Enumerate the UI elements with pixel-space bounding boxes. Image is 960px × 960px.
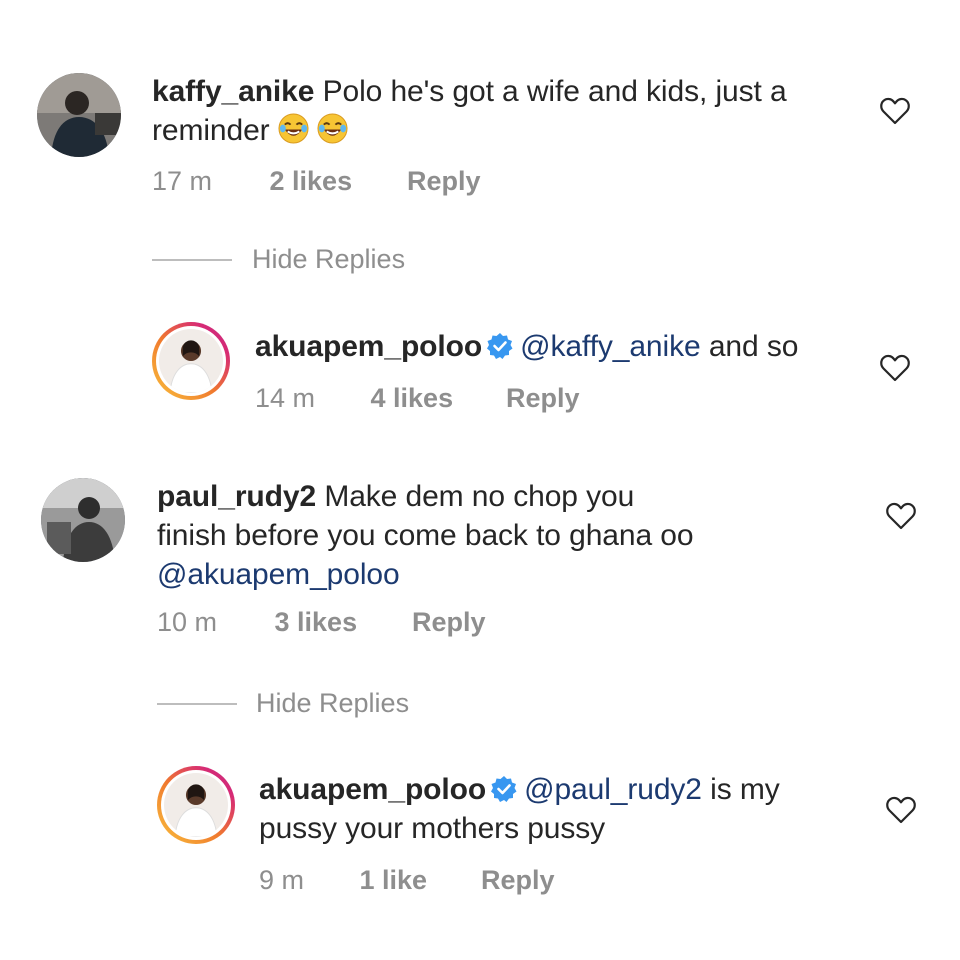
avatar[interactable] bbox=[157, 766, 235, 844]
comment-meta: 14 m 4 likes Reply bbox=[255, 383, 580, 414]
avatar[interactable] bbox=[41, 478, 125, 562]
heart-icon[interactable] bbox=[886, 502, 916, 530]
comment-time: 14 m bbox=[255, 383, 316, 413]
comment-text: akuapem_poloo @kaffy_anike and so bbox=[255, 327, 855, 366]
avatar-inner bbox=[156, 326, 226, 396]
heart-icon[interactable] bbox=[886, 796, 916, 824]
comment-body: and so bbox=[708, 330, 799, 363]
comment-time: 9 m bbox=[259, 865, 305, 895]
likes-count[interactable]: 1 like bbox=[360, 865, 474, 896]
avatar-inner bbox=[161, 770, 231, 840]
comment-meta: 17 m 2 likes Reply bbox=[152, 166, 481, 197]
hide-replies-button[interactable]: Hide Replies bbox=[256, 688, 409, 719]
reply-button[interactable]: Reply bbox=[412, 607, 486, 638]
comment-time: 17 m bbox=[152, 166, 213, 196]
reply-button[interactable]: Reply bbox=[506, 383, 580, 414]
likes-count[interactable]: 2 likes bbox=[270, 166, 400, 197]
comment-body: is my bbox=[710, 773, 780, 806]
divider-line bbox=[157, 703, 237, 705]
heart-icon[interactable] bbox=[880, 97, 910, 125]
likes-count[interactable]: 3 likes bbox=[275, 607, 405, 638]
avatar[interactable] bbox=[37, 73, 121, 157]
laughing-emoji-icon bbox=[278, 113, 317, 147]
heart-icon[interactable] bbox=[880, 354, 910, 382]
verified-badge-icon bbox=[491, 776, 517, 802]
mention-link[interactable]: @paul_rudy2 bbox=[524, 773, 702, 806]
avatar[interactable] bbox=[152, 322, 230, 400]
comment-text: kaffy_anike Polo he's got a wife and kid… bbox=[152, 72, 852, 150]
comment-body-line2: reminder bbox=[152, 114, 270, 147]
reply-button[interactable]: Reply bbox=[481, 865, 555, 896]
mention-link[interactable]: @kaffy_anike bbox=[520, 330, 701, 363]
verified-badge-icon bbox=[487, 333, 513, 359]
comment-username[interactable]: paul_rudy2 bbox=[157, 480, 316, 513]
comment-meta: 9 m 1 like Reply bbox=[259, 865, 555, 896]
user-photo-icon bbox=[37, 73, 121, 157]
user-photo-icon bbox=[41, 478, 125, 562]
comment-username[interactable]: akuapem_poloo bbox=[255, 330, 482, 363]
comment-text: akuapem_poloo @paul_rudy2 is my pussy you… bbox=[259, 770, 859, 848]
reply-button[interactable]: Reply bbox=[407, 166, 481, 197]
mention-link[interactable]: @akuapem_poloo bbox=[157, 558, 400, 591]
divider-line bbox=[152, 259, 232, 261]
comment-body: Make dem no chop you bbox=[324, 480, 635, 513]
comment-username[interactable]: akuapem_poloo bbox=[259, 773, 486, 806]
comment-body: Polo he's got a wife and kids, just a bbox=[322, 75, 787, 108]
comment-body-line2: finish before you come back to ghana oo bbox=[157, 519, 694, 552]
comment-text: paul_rudy2 Make dem no chop you finish b… bbox=[157, 477, 857, 594]
comment-meta: 10 m 3 likes Reply bbox=[157, 607, 486, 638]
comment-username[interactable]: kaffy_anike bbox=[152, 75, 314, 108]
user-photo-icon bbox=[159, 329, 223, 393]
comment-time: 10 m bbox=[157, 607, 218, 637]
user-photo-icon bbox=[164, 773, 228, 837]
laughing-emoji-icon bbox=[317, 113, 348, 147]
likes-count[interactable]: 4 likes bbox=[371, 383, 499, 414]
comment-body-line2: pussy your mothers pussy bbox=[259, 812, 606, 845]
hide-replies-button[interactable]: Hide Replies bbox=[252, 244, 405, 275]
